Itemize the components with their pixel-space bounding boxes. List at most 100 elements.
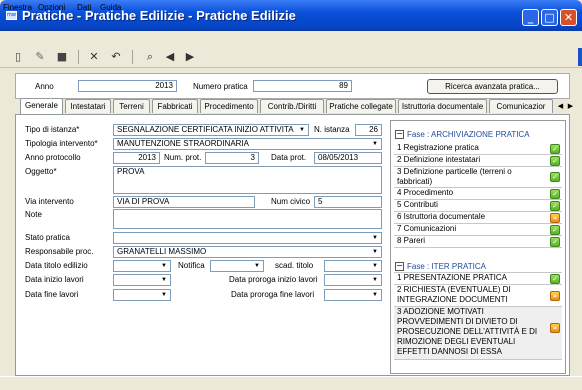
num-prot-field[interactable]: 3 — [205, 152, 259, 164]
phase-item[interactable]: 2 RICHIESTA (EVENTUALE) DI INTEGRAZIONE … — [394, 285, 562, 307]
data-inizio-lavori-label: Data inizio lavori — [25, 275, 84, 284]
menu-finestra[interactable]: Finestra — [3, 3, 32, 12]
tab-contrib-diritti[interactable]: Contrib./Diritti — [260, 99, 324, 113]
toolbar-separator — [132, 50, 133, 64]
tab-scroll-right-icon[interactable]: ▶ — [566, 101, 575, 111]
maximize-button[interactable]: □ — [541, 9, 558, 26]
advanced-search-button[interactable]: Ricerca avanzata pratica... — [427, 79, 558, 94]
thumbs-up-icon: ✓ — [550, 237, 560, 247]
phase-item[interactable]: 2 Definizione intestatari — [394, 155, 562, 167]
phase-iter-title: Fase : ITER PRATICA — [407, 262, 486, 271]
tipologia-label: Tipologia intervento* — [25, 139, 98, 148]
phase-item[interactable]: 8 Pareri — [394, 236, 562, 248]
phase-item[interactable]: 4 Procedimento — [394, 188, 562, 200]
edit-document-icon[interactable]: ✎ — [32, 49, 48, 65]
tab-istruttoria-documentale[interactable]: Istruttoria documentale — [398, 99, 487, 113]
anno-label: Anno — [35, 82, 54, 91]
via-intervento-field[interactable]: VIA DI PROVA — [113, 196, 255, 208]
tab-intestatari[interactable]: Intestatari — [65, 99, 111, 113]
responsabile-value: GRANATELLI MASSIMO — [117, 247, 207, 256]
phase-item-label: 3 ADOZIONE MOTIVATI PROVVEDIMENTI DI DIV… — [397, 307, 538, 356]
chevron-down-icon: ▼ — [161, 292, 167, 298]
scad-titolo-field[interactable]: ▼ — [324, 260, 382, 272]
numero-pratica-field[interactable]: 89 — [253, 80, 352, 92]
close-button[interactable]: ✕ — [560, 9, 577, 26]
thumbs-up-icon: ✓ — [550, 274, 560, 284]
thumbs-up-icon: ✓ — [550, 189, 560, 199]
toolbar-separator — [78, 50, 79, 64]
data-prot-field[interactable]: 08/05/2013 — [314, 152, 382, 164]
proroga-fine-field[interactable]: ▼ — [324, 289, 382, 301]
phase-item-label: 8 Pareri — [397, 236, 426, 245]
back-arrow-icon[interactable]: ◀ — [162, 49, 178, 65]
chevron-down-icon: ▼ — [161, 263, 167, 269]
note-textarea[interactable] — [113, 209, 382, 229]
n-istanza-field[interactable]: 26 — [355, 124, 382, 136]
tab-pratiche-collegate[interactable]: Pratiche collegate — [326, 99, 396, 113]
data-prot-label: Data prot. — [271, 153, 307, 162]
menu-bar — [0, 31, 582, 46]
oggetto-label: Oggetto* — [25, 167, 57, 176]
tab-procedimento[interactable]: Procedimento — [200, 99, 258, 113]
oggetto-textarea[interactable]: PROVA — [113, 166, 382, 194]
thumbs-up-icon: ✓ — [550, 172, 560, 182]
minimize-button[interactable]: _ — [522, 9, 539, 26]
tab-generale[interactable]: Generale — [20, 98, 63, 114]
phase-item-label: 1 PRESENTAZIONE PRATICA — [397, 273, 507, 282]
responsabile-select[interactable]: GRANATELLI MASSIMO ▼ — [113, 246, 382, 258]
anno-protocollo-field[interactable]: 2013 — [113, 152, 160, 164]
save-icon[interactable]: ■ — [54, 49, 70, 65]
chevron-down-icon: ▼ — [372, 263, 378, 269]
tab-comunicazioni[interactable]: Comunicazior — [489, 99, 553, 113]
tipologia-select[interactable]: MANUTENZIONE STRAORDINARIA ▼ — [113, 138, 382, 150]
data-inizio-lavori-field[interactable]: ▼ — [113, 274, 171, 286]
thumbs-up-icon: ✓ — [550, 144, 560, 154]
num-civico-field[interactable]: 5 — [314, 196, 382, 208]
phase-archiviazione-title: Fase : ARCHIVIAZIONE PRATICA — [407, 130, 530, 139]
data-titolo-field[interactable]: ▼ — [113, 260, 171, 272]
tab-fabbricati[interactable]: Fabbricati — [152, 99, 198, 113]
proroga-inizio-label: Data proroga inizio lavori — [229, 275, 318, 284]
proroga-inizio-field[interactable]: ▼ — [324, 274, 382, 286]
data-fine-lavori-field[interactable]: ▼ — [113, 289, 171, 301]
undo-icon[interactable]: ↶ — [108, 49, 124, 65]
thumbs-up-icon: ✓ — [550, 201, 560, 211]
collapse-iter-icon[interactable]: − — [395, 262, 404, 271]
proroga-fine-label: Data proroga fine lavori — [231, 290, 315, 299]
phase-item-label: 3 Definizione particelle (terreni o fabb… — [397, 167, 512, 186]
new-document-icon[interactable]: ▯ — [10, 49, 26, 65]
tab-terreni[interactable]: Terreni — [113, 99, 150, 113]
phase-item[interactable]: 7 Comunicazioni — [394, 224, 562, 236]
phase-item[interactable]: 6 Istruttoria documentale — [394, 212, 562, 224]
phase-item[interactable]: 3 Definizione particelle (terreni o fabb… — [394, 167, 562, 188]
tipo-istanza-select[interactable]: SEGNALAZIONE CERTIFICATA INIZIO ATTIVITA… — [113, 124, 309, 136]
status-bar — [0, 376, 582, 390]
via-intervento-label: Via intervento — [25, 197, 74, 206]
phase-item[interactable]: 3 ADOZIONE MOTIVATI PROVVEDIMENTI DI DIV… — [394, 307, 562, 360]
numero-pratica-label: Numero pratica — [193, 82, 248, 91]
chevron-down-icon: ▼ — [161, 277, 167, 283]
search-icon[interactable]: ⌕ — [142, 49, 158, 65]
warning-icon: » — [550, 213, 560, 223]
menu-guida[interactable]: Guida — [100, 3, 121, 12]
stato-pratica-select[interactable]: ▼ — [113, 232, 382, 244]
notifica-field[interactable]: ▼ — [210, 260, 264, 272]
delete-icon[interactable]: ✕ — [86, 49, 102, 65]
phase-item[interactable]: 1 Registrazione pratica — [394, 143, 562, 155]
phase-item[interactable]: 5 Contributi — [394, 200, 562, 212]
collapse-archiviazione-icon[interactable]: − — [395, 130, 404, 139]
responsabile-label: Responsabile proc. — [25, 247, 94, 256]
menu-opzioni[interactable]: Opzioni — [38, 3, 65, 12]
phase-item[interactable]: 1 PRESENTAZIONE PRATICA — [394, 272, 562, 285]
tipo-istanza-label: Tipo di istanza* — [25, 125, 80, 134]
phase-item-label: 1 Registrazione pratica — [397, 143, 479, 152]
anno-field[interactable]: 2013 — [78, 80, 177, 92]
tipo-istanza-value: SEGNALAZIONE CERTIFICATA INIZIO ATTIVITA — [117, 125, 294, 134]
phase-item-label: 5 Contributi — [397, 200, 438, 209]
tab-scroll-left-icon[interactable]: ◀ — [556, 101, 565, 111]
chevron-down-icon: ▼ — [254, 263, 260, 269]
menu-dati[interactable]: Dati — [77, 3, 91, 12]
forward-arrow-icon[interactable]: ▶ — [182, 49, 198, 65]
data-titolo-label: Data titolo edilizio — [25, 261, 88, 270]
stato-pratica-label: Stato pratica — [25, 233, 70, 242]
